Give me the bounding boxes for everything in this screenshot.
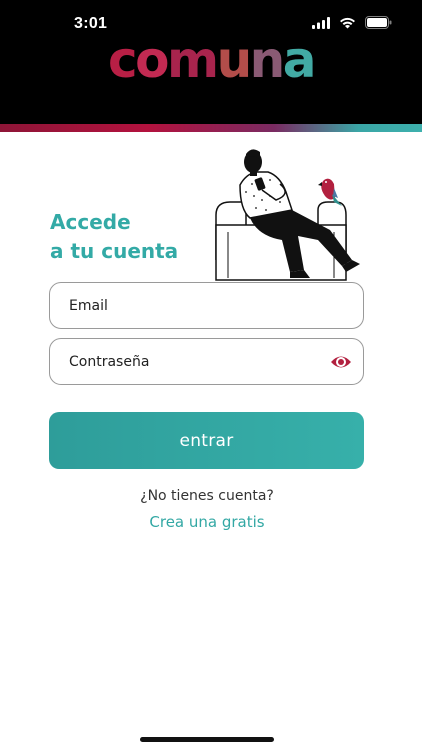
- email-input[interactable]: [50, 283, 363, 328]
- signal-icon: [312, 16, 330, 29]
- logo-letter-u: u: [216, 31, 253, 89]
- brand-logo: comuna: [0, 30, 422, 90]
- logo-letter-c: c: [107, 31, 138, 89]
- login-submit-button[interactable]: entrar: [49, 412, 364, 469]
- app-header: 3:01 comuna: [0, 0, 422, 124]
- person-in-armchair-illustration: [215, 149, 360, 281]
- brand-gradient-bar: [0, 124, 422, 132]
- status-icons: [312, 16, 392, 29]
- logo-letter-a: a: [282, 31, 317, 89]
- create-account-link[interactable]: Crea una gratis: [0, 513, 414, 531]
- password-field[interactable]: [49, 338, 364, 385]
- email-field[interactable]: [49, 282, 364, 329]
- show-password-eye-icon[interactable]: [330, 352, 352, 372]
- logo-letter-o: o: [135, 31, 169, 89]
- password-input[interactable]: [50, 339, 363, 384]
- home-indicator: [140, 737, 274, 742]
- login-title-line2: a tu cuenta: [50, 239, 179, 263]
- no-account-text: ¿No tienes cuenta?: [140, 488, 274, 504]
- logo-letter-m: m: [166, 31, 219, 89]
- battery-icon: [365, 16, 392, 29]
- wifi-icon: [340, 17, 355, 28]
- login-title: Accede a tu cuenta: [50, 208, 178, 266]
- login-title-line1: Accede: [50, 210, 131, 234]
- logo-letter-n: n: [249, 31, 286, 89]
